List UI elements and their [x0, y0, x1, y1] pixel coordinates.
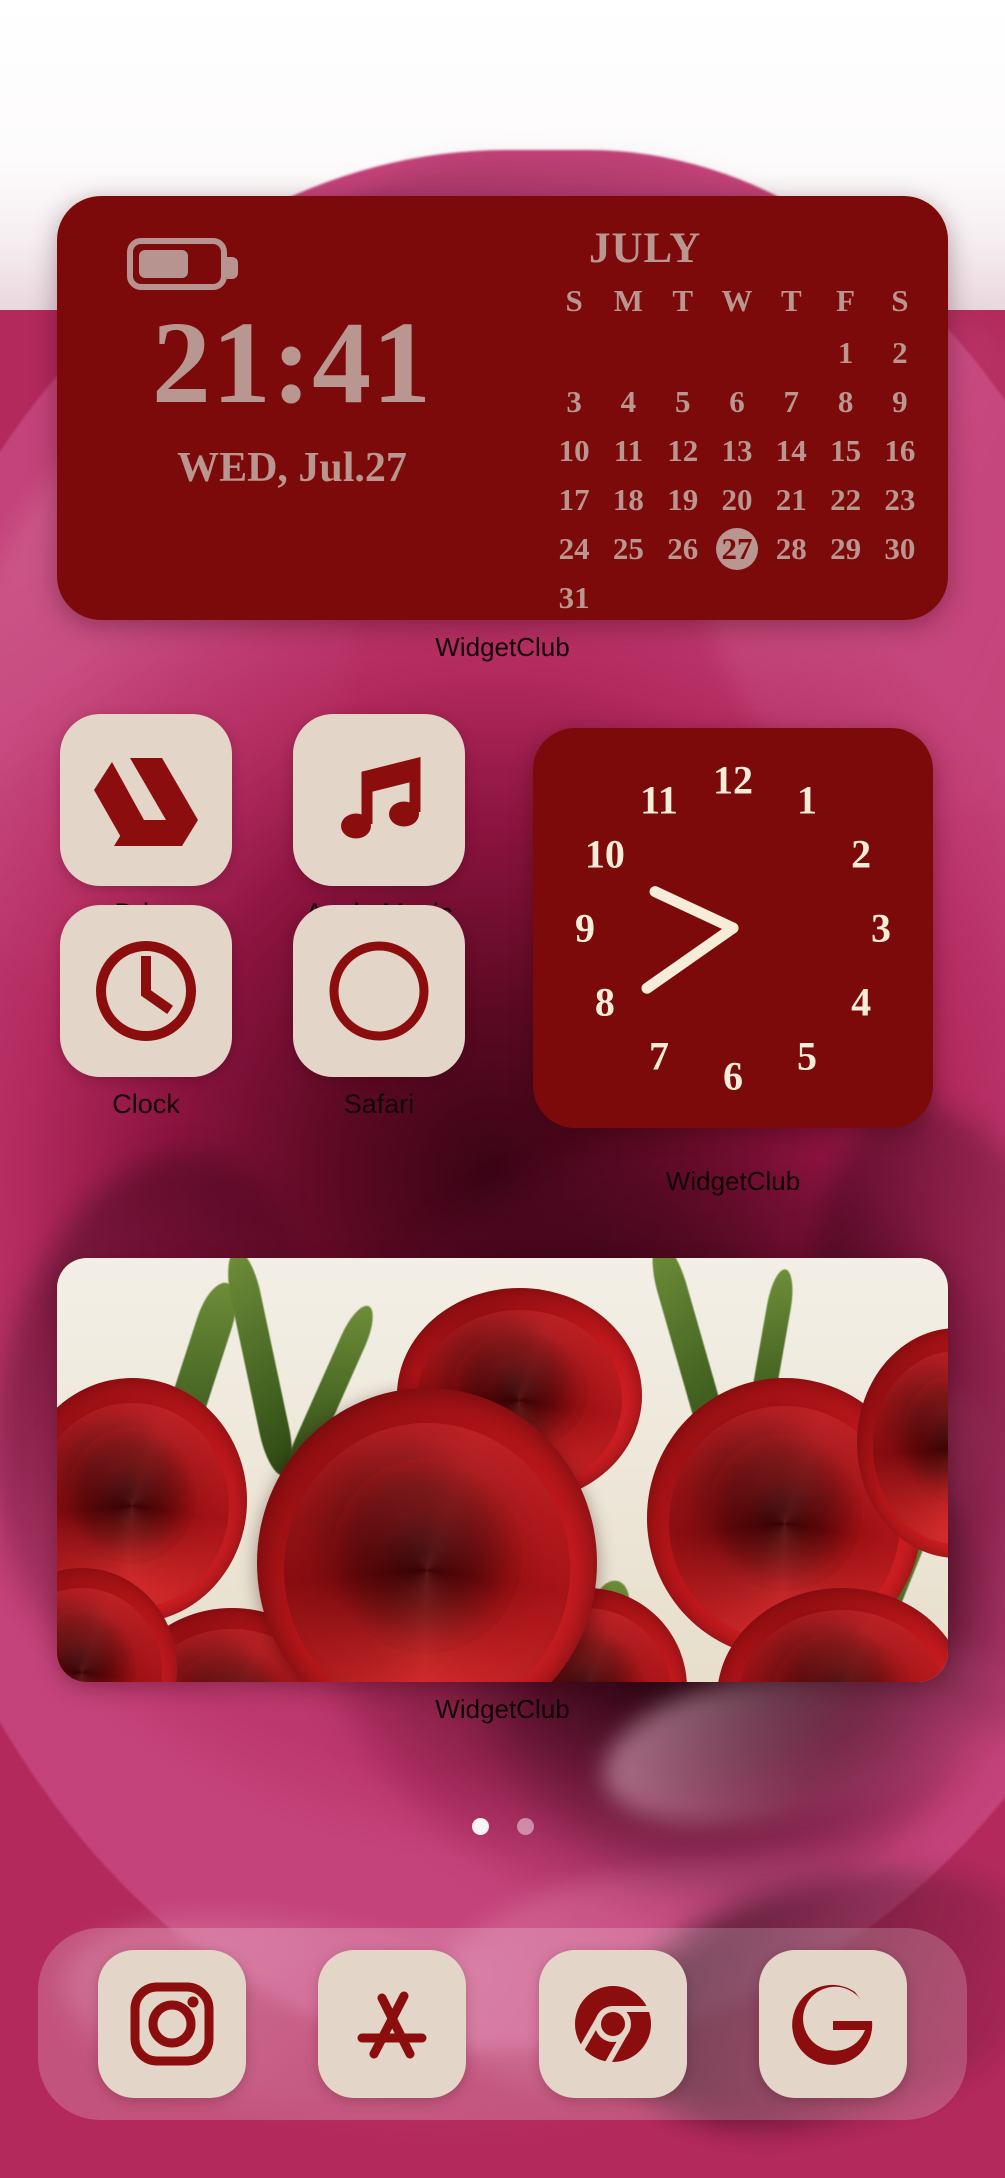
photo-widget-caption: WidgetClub: [435, 1694, 570, 1724]
calendar-day: 2: [892, 335, 908, 370]
digital-clock-time: 21:41: [151, 297, 433, 428]
analog-clock-hands: [641, 886, 739, 994]
calendar-dow-5: F: [836, 283, 856, 318]
home-screen: 21:41 WED, Jul.27 JULY SMTWTFS.....12345…: [0, 0, 1005, 2178]
calendar-month-label: JULY: [589, 225, 702, 272]
app-clock[interactable]: Clock: [60, 905, 232, 1120]
google-g-icon: [792, 1984, 873, 2065]
calendar-day: 9: [892, 384, 908, 419]
calendar-dow-3: W: [721, 283, 753, 318]
dock-app-chrome[interactable]: [538, 1950, 687, 2098]
dock-app-instagram[interactable]: [98, 1950, 247, 2098]
calendar-day: 8: [837, 384, 854, 419]
calendar-day: 21: [775, 482, 807, 517]
calendar-grid: SMTWTFS.....1234567891011121314151617181…: [547, 283, 927, 619]
dock-app-app-store[interactable]: [318, 1950, 467, 2098]
music-note-icon: [341, 756, 421, 839]
calendar-day: 28: [775, 531, 807, 566]
app-store-icon: [357, 1991, 427, 2059]
calendar-dow-2: T: [672, 283, 694, 318]
time-section: 21:41 WED, Jul.27: [57, 196, 527, 620]
page-dot-2[interactable]: [516, 1818, 534, 1835]
calendar-day: 3: [566, 384, 582, 419]
app-safari-tile[interactable]: [293, 905, 465, 1077]
page-indicator[interactable]: [0, 1818, 1005, 1835]
calendar-day: 13: [721, 433, 753, 468]
calendar-day: 18: [612, 482, 644, 517]
dock: [38, 1928, 967, 2120]
calendar-day: 15: [830, 433, 862, 468]
calendar-dow-0: S: [565, 283, 583, 318]
instagram-icon: [130, 1982, 214, 2066]
calendar-dow-4: T: [780, 283, 802, 318]
calendar-day: 19: [667, 482, 699, 517]
calendar-dow-6: S: [891, 283, 909, 318]
calendar-day: 22: [830, 482, 862, 517]
calendar-day: 10: [558, 433, 590, 468]
calendar-section: JULY SMTWTFS.....12345678910111213141516…: [547, 224, 927, 619]
app-safari-label: Safari: [343, 1089, 415, 1119]
google-drive-icon: [94, 758, 198, 846]
analog-clock-widget[interactable]: 12 1 2 3 4 5 6 7 8 9 10 11: [533, 728, 933, 1128]
app-clock-label: Clock: [112, 1089, 180, 1119]
dock-app-google[interactable]: [758, 1950, 907, 2098]
time-calendar-widget[interactable]: 21:41 WED, Jul.27 JULY SMTWTFS.....12345…: [57, 196, 948, 620]
chrome-icon: [574, 1986, 652, 2065]
calendar-dow-1: M: [613, 283, 644, 318]
compass-icon: [329, 941, 429, 1041]
calendar-day: 24: [558, 531, 590, 566]
analog-clock-widget-caption: WidgetClub: [665, 1166, 801, 1196]
calendar-day: 31: [558, 580, 590, 615]
digital-clock-date: WED, Jul.27: [177, 445, 407, 491]
calendar-day: 17: [558, 482, 590, 517]
time-calendar-widget-caption: WidgetClub: [435, 632, 570, 662]
calendar-day: 6: [729, 384, 745, 419]
battery-level-fill: [139, 250, 189, 278]
calendar-day: 11: [613, 433, 644, 468]
app-clock-tile[interactable]: [60, 905, 232, 1077]
clock-icon: [96, 941, 196, 1041]
calendar-day: 16: [884, 433, 916, 468]
calendar-day: 30: [884, 531, 916, 566]
app-drive[interactable]: Drive: [60, 714, 232, 929]
calendar-day: 29: [830, 531, 862, 566]
calendar-today-number: 27: [721, 531, 753, 566]
calendar-day: 4: [620, 384, 637, 419]
calendar-day: 23: [884, 482, 916, 517]
calendar-day: 1: [837, 335, 854, 370]
app-safari[interactable]: Safari: [293, 905, 465, 1120]
app-apple-music-tile[interactable]: [293, 714, 465, 886]
app-apple-music[interactable]: Apple Music: [293, 714, 465, 929]
battery-icon: [127, 238, 238, 290]
calendar-day: 20: [721, 482, 753, 517]
calendar-day-today: 27: [710, 528, 764, 570]
calendar-day: 5: [674, 384, 691, 419]
app-drive-tile[interactable]: [60, 714, 232, 886]
calendar-day: 14: [775, 433, 807, 468]
photo-widget-image: [57, 1258, 948, 1682]
calendar-day: 7: [783, 384, 800, 419]
page-dot-1[interactable]: [471, 1818, 489, 1835]
calendar-day: 25: [612, 531, 644, 566]
calendar-day: 26: [667, 531, 699, 566]
photo-widget[interactable]: [57, 1258, 948, 1682]
calendar-day: 12: [667, 433, 699, 468]
